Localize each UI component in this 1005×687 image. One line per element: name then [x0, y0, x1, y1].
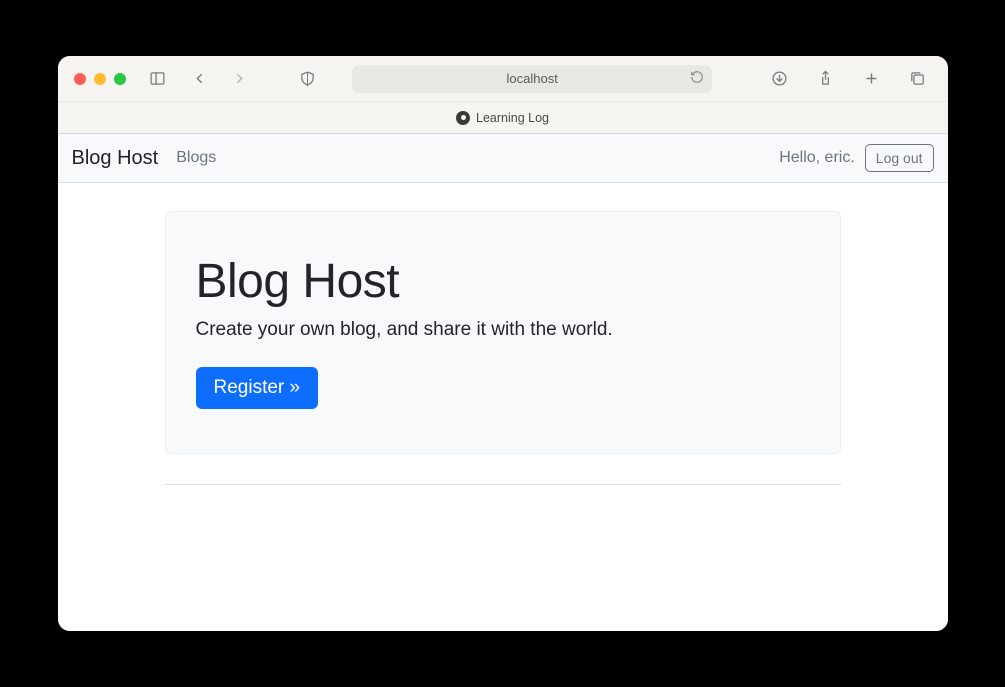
- logout-button[interactable]: Log out: [865, 144, 934, 172]
- address-bar[interactable]: localhost: [352, 65, 712, 93]
- address-bar-text: localhost: [507, 71, 558, 86]
- browser-window: localhost Learning Log Blog Host: [58, 56, 948, 631]
- nav-arrows: [186, 65, 254, 93]
- sidebar-toggle-icon[interactable]: [144, 65, 172, 93]
- tab-title[interactable]: Learning Log: [476, 111, 549, 125]
- divider: [165, 484, 841, 485]
- new-tab-icon[interactable]: [857, 65, 885, 93]
- hero-title: Blog Host: [196, 254, 810, 309]
- maximize-window-button[interactable]: [114, 73, 126, 85]
- share-icon[interactable]: [811, 65, 839, 93]
- shield-icon[interactable]: [294, 65, 322, 93]
- register-button[interactable]: Register »: [196, 367, 319, 409]
- browser-titlebar: localhost: [58, 56, 948, 102]
- tabs-overview-icon[interactable]: [903, 65, 931, 93]
- window-controls: [74, 73, 126, 85]
- toolbar-right: [765, 65, 931, 93]
- navbar-right: Hello, eric. Log out: [779, 144, 933, 172]
- hero-jumbotron: Blog Host Create your own blog, and shar…: [165, 211, 841, 454]
- forward-button[interactable]: [226, 65, 254, 93]
- close-window-button[interactable]: [74, 73, 86, 85]
- tab-favicon-icon: [456, 111, 470, 125]
- greeting-text: Hello, eric.: [779, 149, 855, 167]
- minimize-window-button[interactable]: [94, 73, 106, 85]
- page-content: Blog Host Blogs Hello, eric. Log out Blo…: [58, 134, 948, 631]
- back-button[interactable]: [186, 65, 214, 93]
- main-container: Blog Host Create your own blog, and shar…: [153, 211, 853, 485]
- brand-link[interactable]: Blog Host: [72, 147, 159, 170]
- reload-icon[interactable]: [690, 70, 704, 87]
- browser-tabbar: Learning Log: [58, 102, 948, 134]
- downloads-icon[interactable]: [765, 65, 793, 93]
- hero-subtitle: Create your own blog, and share it with …: [196, 319, 810, 341]
- site-navbar: Blog Host Blogs Hello, eric. Log out: [58, 134, 948, 183]
- nav-link-blogs[interactable]: Blogs: [176, 149, 216, 167]
